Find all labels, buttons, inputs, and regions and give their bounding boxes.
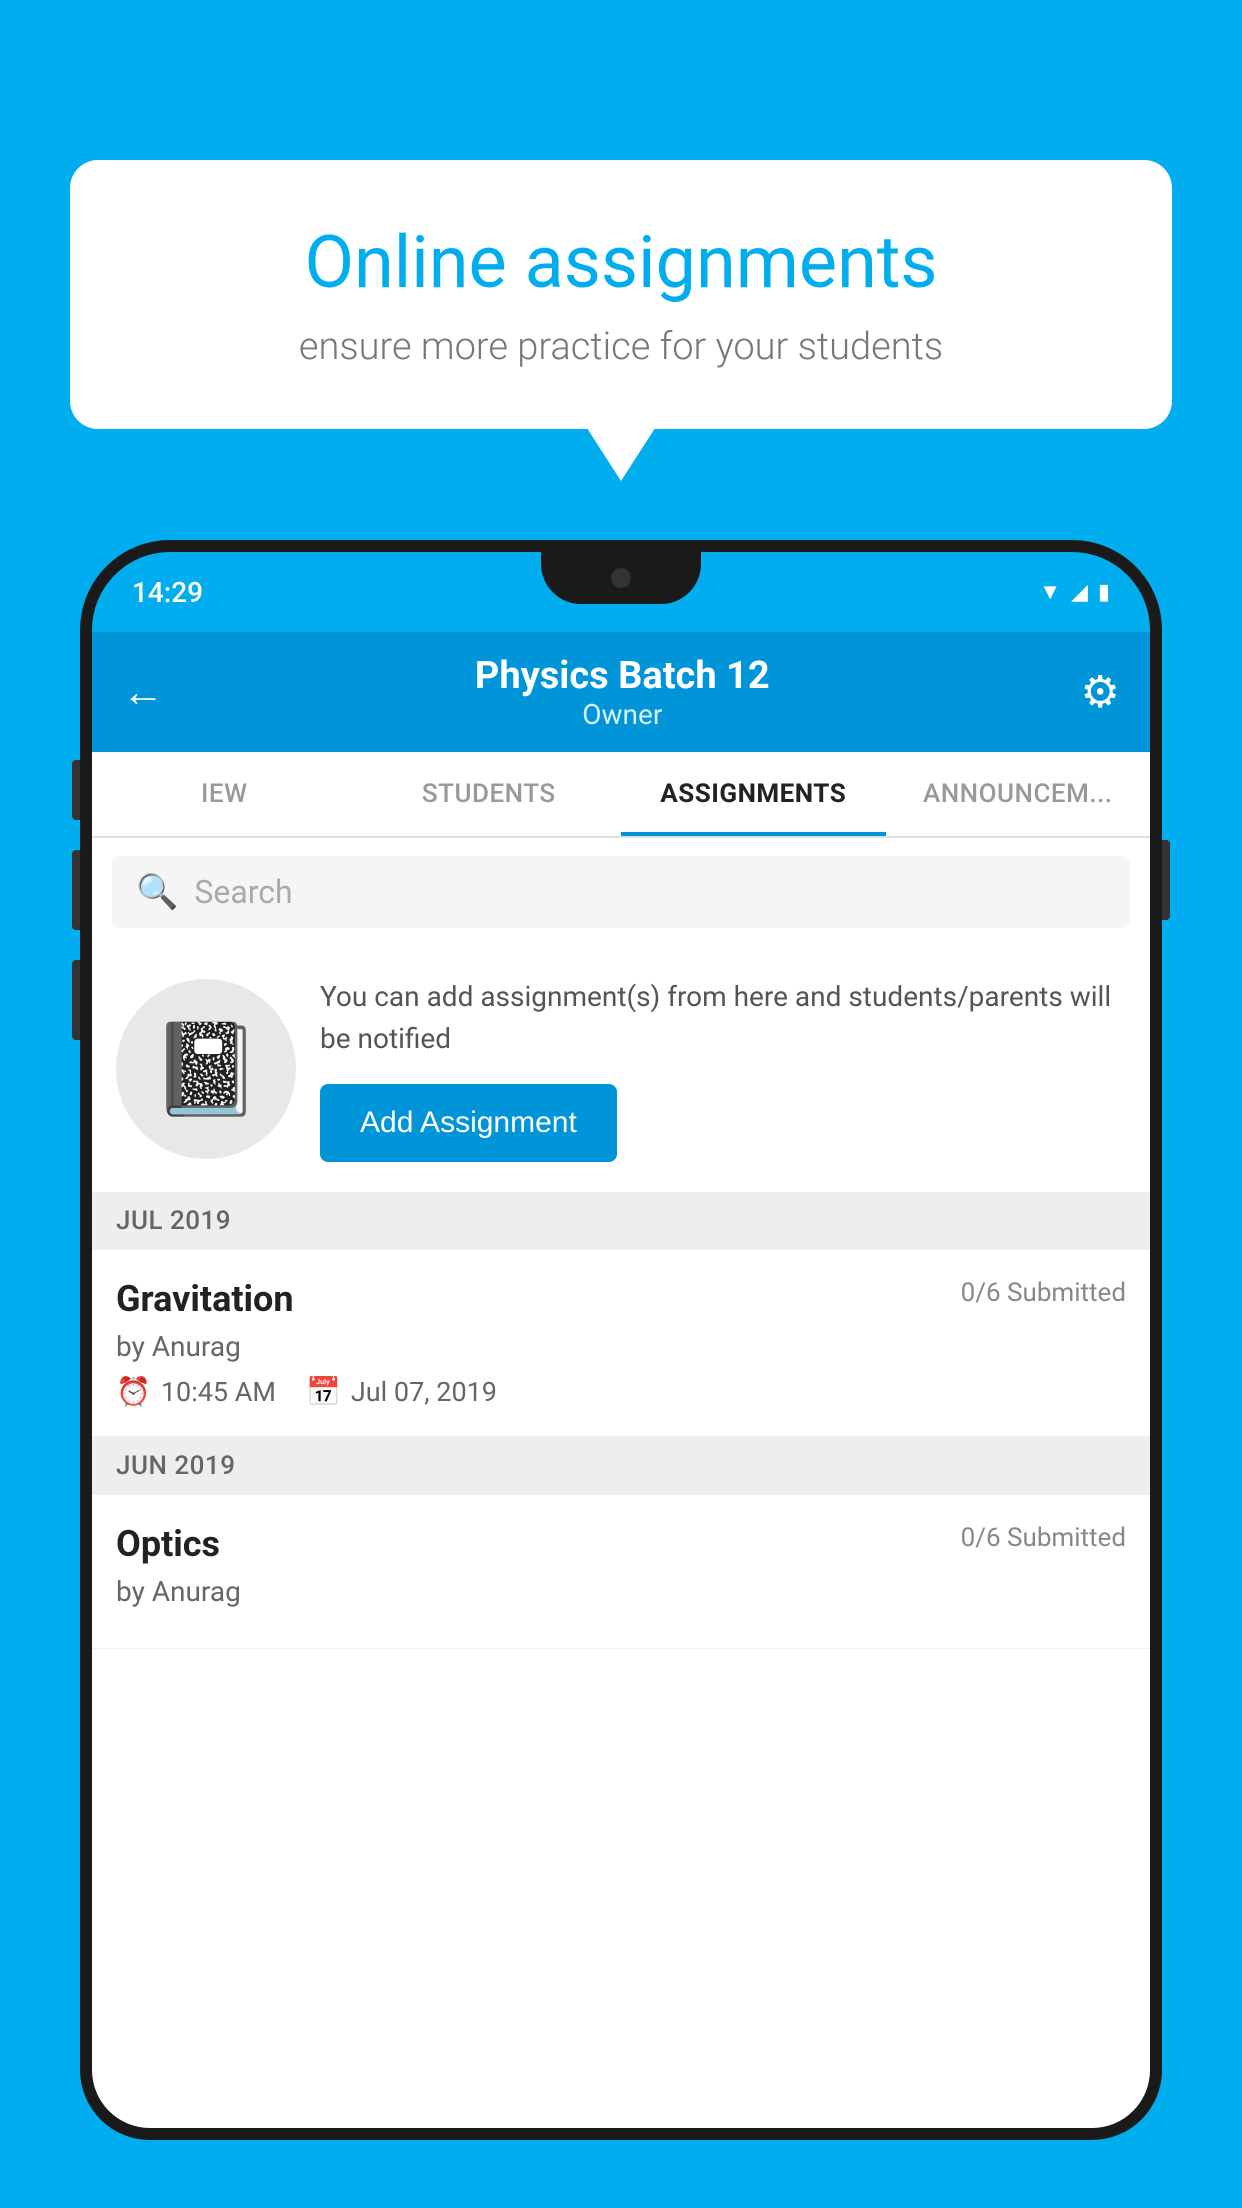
assignment-meta: ⏰ 10:45 AM 📅 Jul 07, 2019: [116, 1375, 1126, 1408]
wifi-icon: ▼: [1039, 579, 1061, 605]
search-icon: 🔍: [136, 872, 178, 912]
assignment-time: ⏰ 10:45 AM: [116, 1375, 276, 1408]
phone-screen: ← Physics Batch 12 Owner ⚙ IEW STUDENTS …: [92, 632, 1150, 2128]
bubble-title: Online assignments: [140, 220, 1102, 305]
tab-announcements[interactable]: ANNOUNCEM...: [886, 752, 1151, 836]
add-assignment-button[interactable]: Add Assignment: [320, 1084, 617, 1162]
clock-icon: ⏰: [116, 1375, 151, 1408]
assignment-by-optics: by Anurag: [116, 1575, 1126, 1608]
battery-icon: ▮: [1098, 580, 1110, 605]
power-button: [1162, 840, 1170, 920]
notch: [541, 552, 701, 604]
batch-name: Physics Batch 12: [164, 654, 1081, 698]
phone-outer: 14:29 ▼ ◢ ▮ ← Physics Batch 12 Owner ⚙: [80, 540, 1162, 2140]
volume-up-button: [72, 850, 80, 930]
promo-section: 📓 You can add assignment(s) from here an…: [92, 946, 1150, 1192]
phone-frame: 14:29 ▼ ◢ ▮ ← Physics Batch 12 Owner ⚙: [80, 540, 1162, 2208]
assignment-submitted-optics: 0/6 Submitted: [961, 1523, 1126, 1553]
assignment-top-row: Gravitation 0/6 Submitted: [116, 1278, 1126, 1320]
bubble-subtitle: ensure more practice for your students: [140, 325, 1102, 369]
promo-right: You can add assignment(s) from here and …: [320, 976, 1126, 1162]
tabs-bar: IEW STUDENTS ASSIGNMENTS ANNOUNCEM...: [92, 752, 1150, 838]
month-header-jun: JUN 2019: [92, 1437, 1150, 1495]
assignment-item-gravitation[interactable]: Gravitation 0/6 Submitted by Anurag ⏰ 10…: [92, 1250, 1150, 1437]
assignment-item-optics[interactable]: Optics 0/6 Submitted by Anurag: [92, 1495, 1150, 1649]
tab-iew[interactable]: IEW: [92, 752, 357, 836]
search-bar[interactable]: 🔍 Search: [112, 856, 1130, 928]
assignment-title: Gravitation: [116, 1278, 294, 1320]
settings-icon[interactable]: ⚙: [1081, 666, 1120, 718]
silent-button: [72, 760, 80, 820]
assignment-by: by Anurag: [116, 1330, 1126, 1363]
notebook-icon: 📓: [150, 1017, 262, 1122]
status-icons: ▼ ◢ ▮: [1039, 579, 1110, 605]
front-camera: [611, 568, 631, 588]
tab-students[interactable]: STUDENTS: [357, 752, 622, 836]
search-input[interactable]: Search: [194, 873, 292, 911]
calendar-icon: 📅: [306, 1375, 341, 1408]
assignment-submitted: 0/6 Submitted: [961, 1278, 1126, 1308]
speech-bubble: Online assignments ensure more practice …: [70, 160, 1172, 429]
signal-icon: ◢: [1071, 580, 1088, 605]
promo-description: You can add assignment(s) from here and …: [320, 976, 1126, 1060]
status-time: 14:29: [132, 576, 203, 609]
back-button[interactable]: ←: [122, 668, 164, 717]
search-container: 🔍 Search: [92, 838, 1150, 946]
owner-label: Owner: [164, 698, 1081, 731]
assignment-date: 📅 Jul 07, 2019: [306, 1375, 497, 1408]
volume-down-button: [72, 960, 80, 1040]
speech-bubble-container: Online assignments ensure more practice …: [70, 160, 1172, 429]
assignment-top-row-optics: Optics 0/6 Submitted: [116, 1523, 1126, 1565]
header-title-area: Physics Batch 12 Owner: [164, 654, 1081, 731]
assignment-title-optics: Optics: [116, 1523, 220, 1565]
tab-assignments[interactable]: ASSIGNMENTS: [621, 752, 886, 836]
app-header: ← Physics Batch 12 Owner ⚙: [92, 632, 1150, 752]
promo-icon-circle: 📓: [116, 979, 296, 1159]
month-header-jul: JUL 2019: [92, 1192, 1150, 1250]
